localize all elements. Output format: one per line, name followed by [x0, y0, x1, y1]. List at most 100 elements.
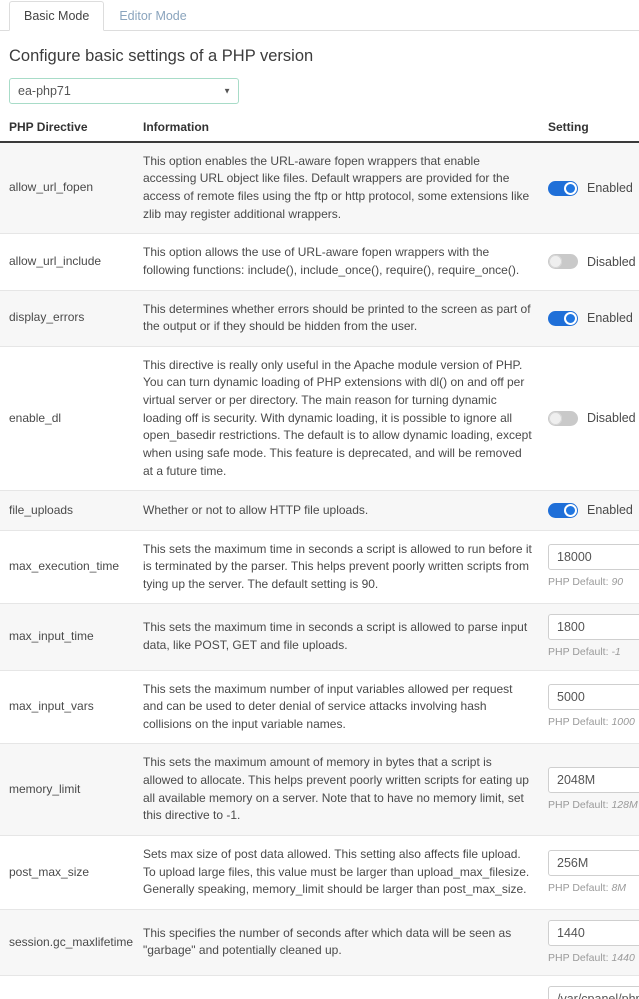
directive-name: enable_dl [0, 346, 134, 492]
directive-information: This option enables the URL-aware fopen … [134, 141, 539, 235]
setting-input[interactable] [548, 986, 639, 999]
directive-setting: Enabled [539, 290, 639, 347]
directive-information: Sets max size of post data allowed. This… [134, 835, 539, 910]
directive-name: memory_limit [0, 743, 134, 836]
table-row: display_errors This determines whether er… [0, 290, 639, 347]
directive-name: session.save_path [0, 975, 134, 999]
directive-information: This option allows the use of URL-aware … [134, 233, 539, 291]
setting-input[interactable] [548, 849, 639, 876]
toggle-state-label: Enabled [587, 180, 633, 195]
php-version-select[interactable]: ea-php71 ▼ [9, 77, 239, 104]
tab-editor-mode[interactable]: Editor Mode [104, 1, 201, 32]
directive-name: allow_url_fopen [0, 141, 134, 235]
directive-name: post_max_size [0, 835, 134, 910]
page-title: Configure basic settings of a PHP versio… [9, 47, 314, 65]
toggle-state-label: Enabled [587, 310, 633, 325]
directive-information: This determines whether errors should be… [134, 290, 539, 347]
table-row: file_uploads Whether or not to allow HTTP… [0, 490, 639, 531]
php-default-value: 8M [611, 881, 627, 894]
table-row: memory_limit This sets the maximum amount… [0, 743, 639, 836]
column-header-information: Information [134, 119, 539, 143]
toggle-knob [564, 181, 577, 195]
toggle-row: Disabled [548, 253, 639, 271]
table-row: max_input_vars This sets the maximum numb… [0, 670, 639, 745]
toggle-state-label: Disabled [587, 254, 636, 269]
php-version-select-box[interactable]: ea-php71 [9, 77, 239, 104]
directive-name: allow_url_include [0, 233, 134, 291]
table-header-row: PHP Directive Information Setting [0, 119, 639, 143]
tab-basic-mode[interactable]: Basic Mode [9, 0, 105, 31]
toggle-state-label: Disabled [587, 411, 636, 426]
setting-input[interactable] [548, 614, 639, 641]
table-row: allow_url_fopen This option enables the U… [0, 141, 639, 235]
directive-setting: Enabled [539, 490, 639, 531]
toggle-knob [549, 411, 562, 425]
table-row: session.save_pathsession.save_path defin… [0, 975, 639, 999]
php-default-note: PHP Default: 90 [548, 575, 639, 589]
toggle-knob [564, 503, 577, 517]
setting-input[interactable] [548, 919, 639, 946]
php-default-note: PHP Default: 128M [548, 798, 639, 812]
column-header-directive: PHP Directive [0, 119, 134, 143]
php-version-select-value: ea-php71 [18, 83, 71, 98]
directive-information: session.save_path defines the argument w… [134, 975, 539, 999]
mode-tabs: Basic Mode Editor Mode [0, 0, 639, 31]
toggle-switch[interactable] [548, 502, 578, 518]
directive-information: This sets the maximum number of input va… [134, 670, 539, 745]
setting-input[interactable] [548, 767, 639, 794]
directive-name: max_input_time [0, 603, 134, 671]
table-row: post_max_size Sets max size of post data … [0, 835, 639, 910]
toggle-switch[interactable] [548, 310, 578, 326]
toggle-row: Enabled [548, 309, 639, 327]
table-row: enable_dl This directive is really only u… [0, 346, 639, 492]
column-header-setting: Setting [539, 119, 639, 143]
toggle-knob [564, 311, 577, 325]
toggle-switch[interactable] [548, 410, 578, 426]
directive-setting: Enabled [539, 141, 639, 235]
directive-information: This sets the maximum amount of memory i… [134, 743, 539, 836]
table-body: allow_url_fopen This option enables the U… [0, 141, 639, 999]
php-default-value: 90 [611, 576, 624, 589]
directive-setting: PHP Default: 1000 [539, 670, 639, 745]
directive-setting: PHP Default: 8M [539, 835, 639, 910]
toggle-row: Disabled [548, 409, 639, 427]
php-default-note: PHP Default: 1440 [548, 951, 639, 965]
directive-setting: Disabled [539, 346, 639, 492]
directive-name: max_input_vars [0, 670, 134, 745]
directive-information: This sets the maximum time in seconds a … [134, 530, 539, 605]
tab-basic-mode-label: Basic Mode [24, 8, 90, 23]
directive-setting: PHP Default: -1 [539, 603, 639, 671]
toggle-knob [549, 255, 562, 269]
php-default-label: PHP Default: [548, 576, 609, 589]
php-default-note: PHP Default: 1000 [548, 715, 639, 729]
directive-information: Whether or not to allow HTTP file upload… [134, 490, 539, 531]
table-row: max_input_time This sets the maximum time… [0, 603, 639, 671]
toggle-switch[interactable] [548, 254, 578, 270]
php-default-label: PHP Default: [548, 716, 609, 729]
setting-input[interactable] [548, 544, 639, 571]
php-default-value: -1 [611, 646, 621, 659]
toggle-switch[interactable] [548, 180, 578, 196]
php-default-label: PHP Default: [548, 881, 609, 894]
directive-setting: PHP Default: 1440 [539, 909, 639, 977]
directive-setting: PHP Default: 90 [539, 530, 639, 605]
php-default-value: 1000 [611, 716, 635, 729]
table-row: session.gc_maxlifetime This specifies the… [0, 909, 639, 977]
php-default-note: PHP Default: -1 [548, 645, 639, 659]
php-default-label: PHP Default: [548, 951, 609, 964]
toggle-row: Enabled [548, 179, 639, 197]
php-default-label: PHP Default: [548, 799, 609, 812]
directive-information: This specifies the number of seconds aft… [134, 909, 539, 977]
php-directives-table: PHP Directive Information Setting allow_… [0, 119, 639, 999]
directive-name: display_errors [0, 290, 134, 347]
php-default-label: PHP Default: [548, 646, 609, 659]
directive-name: file_uploads [0, 490, 134, 531]
php-default-note: PHP Default: 8M [548, 881, 639, 895]
directive-setting: PHP Default: 128M [539, 743, 639, 836]
directive-information: This directive is really only useful in … [134, 346, 539, 492]
setting-input[interactable] [548, 684, 639, 711]
table-row: allow_url_include This option allows the … [0, 233, 639, 291]
toggle-row: Enabled [548, 501, 639, 519]
toggle-state-label: Enabled [587, 503, 633, 518]
directive-setting: Disabled [539, 233, 639, 291]
